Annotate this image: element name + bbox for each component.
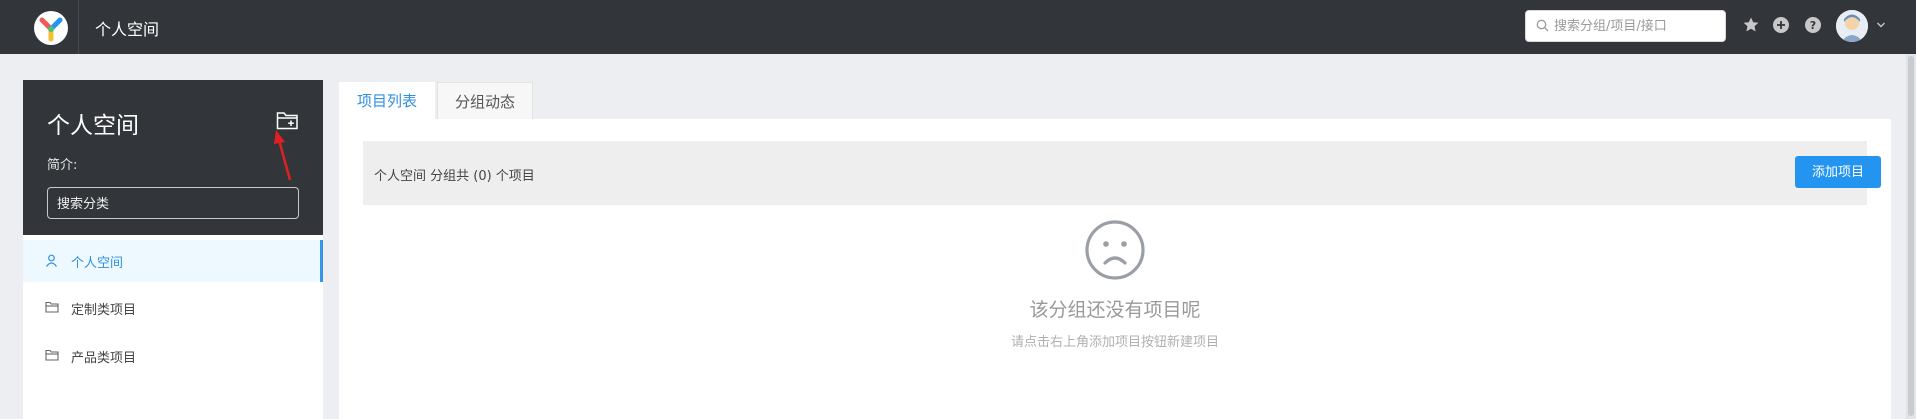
- breadcrumb-title: 个人空间: [95, 20, 160, 39]
- search-icon: [1536, 19, 1549, 32]
- tab-group-activity[interactable]: 分组动态: [437, 82, 533, 119]
- sad-face-icon: [1085, 220, 1145, 280]
- annotation-arrow: [274, 130, 292, 181]
- folder-icon: [45, 349, 59, 361]
- app-logo[interactable]: [34, 11, 68, 45]
- plus-circle-icon[interactable]: [1772, 16, 1790, 34]
- global-search-input[interactable]: [1554, 17, 1719, 35]
- chevron-down-icon[interactable]: [1876, 20, 1886, 30]
- group-title: 个人空间: [47, 113, 139, 139]
- group-description-label: 简介:: [47, 158, 78, 173]
- folder-icon: [45, 301, 59, 313]
- category-search-input[interactable]: [57, 195, 287, 213]
- global-search[interactable]: [1525, 10, 1726, 42]
- user-avatar[interactable]: [1836, 10, 1868, 42]
- empty-state-subtitle: 请点击右上角添加项目按钮新建项目: [1010, 335, 1219, 350]
- sidebar-item-personal-space[interactable]: 个人空间: [23, 240, 323, 282]
- help-icon[interactable]: ?: [1804, 16, 1822, 34]
- sidebar-item-product-projects[interactable]: 产品类项目: [23, 335, 323, 377]
- group-summary-bar: 个人空间 分组共 (0) 个项目 添加项目: [363, 141, 1881, 205]
- sidebar-item-custom-projects[interactable]: 定制类项目: [23, 287, 323, 329]
- empty-state-title: 该分组还没有项目呢: [1029, 299, 1201, 321]
- sidebar-item-label: 个人空间: [71, 256, 124, 271]
- add-project-button[interactable]: 添加项目: [1795, 156, 1881, 188]
- user-icon: [46, 254, 57, 267]
- topbar-divider: [78, 0, 79, 54]
- sidebar-item-label: 产品类项目: [71, 351, 137, 366]
- page-scrollbar[interactable]: [1906, 54, 1916, 419]
- top-navigation-bar: 个人空间 ?: [0, 0, 1916, 54]
- scrollbar-thumb[interactable]: [1908, 56, 1914, 416]
- sidebar-item-label: 定制类项目: [71, 303, 137, 318]
- star-icon[interactable]: [1742, 16, 1760, 34]
- category-search[interactable]: [47, 187, 299, 219]
- project-count-text: 个人空间 分组共 (0) 个项目: [374, 169, 535, 184]
- project-list-panel: 个人空间 分组共 (0) 个项目 添加项目 该分组还没有项目呢 请点击右上角添加…: [339, 119, 1891, 419]
- tab-project-list[interactable]: 项目列表: [339, 82, 435, 119]
- svg-text:?: ?: [1810, 19, 1816, 32]
